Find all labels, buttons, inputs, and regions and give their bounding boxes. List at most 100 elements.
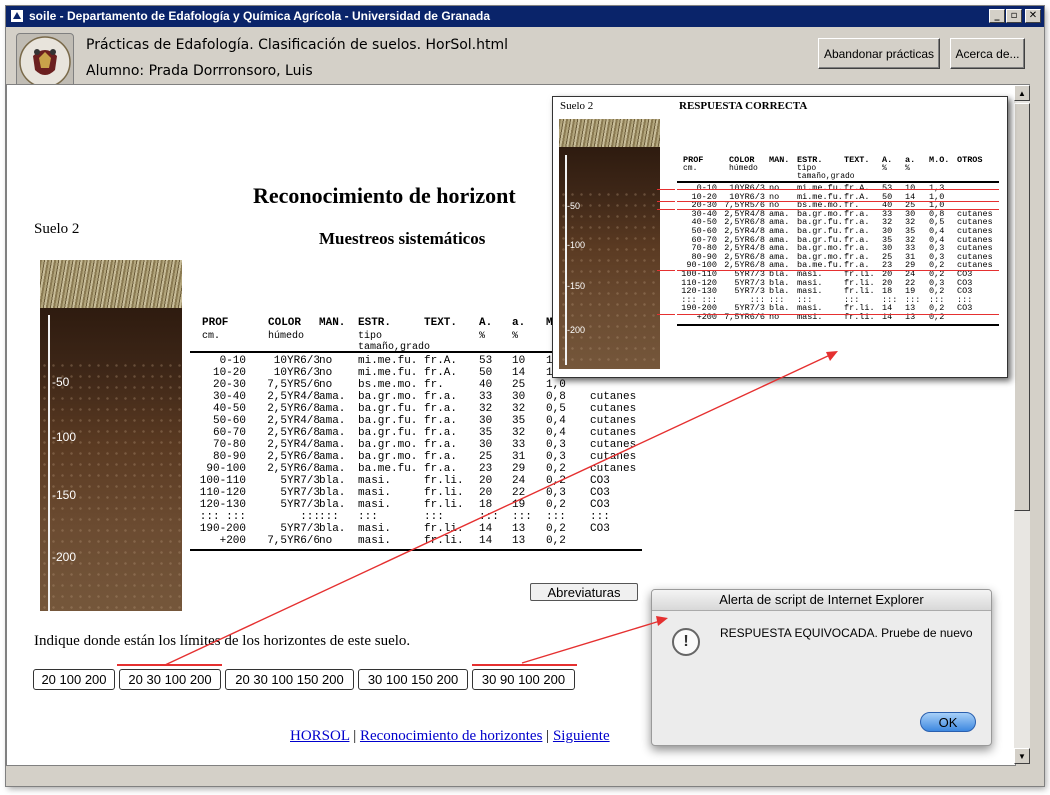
link-next[interactable]: Siguiente — [553, 728, 610, 744]
answer-option-2[interactable]: 20 30 100 200 — [119, 669, 221, 690]
scroll-up-arrow-icon[interactable]: ▲ — [1014, 85, 1030, 101]
ok-button[interactable]: OK — [920, 712, 976, 732]
table-header: PROF — [202, 317, 229, 329]
horizon-question: Indique donde están los límites de los h… — [34, 633, 411, 649]
table-cell: ama. — [319, 463, 346, 475]
answer-option-1[interactable]: 20 100 200 — [33, 669, 115, 690]
table-cell: cutanes — [590, 403, 637, 415]
table-cell: no — [319, 379, 333, 391]
table-cell: 0,2 — [546, 499, 566, 511]
table-cell: fr.a. — [424, 427, 458, 439]
answer-option-5[interactable]: 30 90 100 200 — [472, 669, 575, 690]
table-cell: no — [319, 535, 333, 547]
scroll-down-arrow-icon[interactable]: ▼ — [1014, 748, 1030, 764]
table-cell: 25 — [512, 379, 526, 391]
table-subheader: tipo tamaño,grado — [797, 164, 855, 181]
title-bar[interactable]: soile - Departamento de Edafología y Quí… — [6, 6, 1044, 27]
table-cell: ::: ::: — [199, 511, 246, 523]
table-header: MAN. — [769, 155, 790, 165]
table-cell: ba.gr.fu. — [358, 415, 418, 427]
table-cell: fr.a. — [424, 403, 458, 415]
table-cell: fr.A. — [424, 355, 458, 367]
table-cell: ba.me.fu. — [358, 463, 418, 475]
table-cell: 29 — [512, 463, 526, 475]
maximize-icon: ▫ — [1010, 10, 1018, 21]
abbreviations-button[interactable]: Abreviaturas — [530, 583, 638, 601]
table-cell: ::: — [319, 511, 339, 523]
correct-depth-mark-200: -200 — [567, 325, 586, 335]
table-cell: fr.A. — [424, 367, 458, 379]
table-cell: fr.a. — [424, 463, 458, 475]
depth-mark-200: -200 — [52, 550, 77, 564]
minimize-icon: _ — [994, 10, 1000, 21]
table-cell: no — [319, 355, 333, 367]
table-cell: ::: — [590, 511, 610, 523]
table-cell: 80-90 — [212, 451, 246, 463]
table-cell: 2,5YR6/8 — [267, 463, 320, 475]
table-cell: 0,4 — [546, 415, 566, 427]
table-cell: 0,8 — [546, 391, 566, 403]
table-cell: ::: — [512, 511, 532, 523]
table-cell: fr.li. — [424, 475, 464, 487]
table-cell: 90-100 — [206, 463, 246, 475]
selected-answer-underline — [117, 664, 222, 666]
maximize-button[interactable]: ▫ — [1006, 9, 1022, 23]
correct-answer-title: RESPUESTA CORRECTA — [679, 100, 808, 112]
correct-answer-underline — [472, 664, 577, 666]
table-cell: 0,3 — [546, 487, 566, 499]
correct-boundary-line — [677, 201, 999, 202]
about-button[interactable]: Acerca de... — [950, 38, 1025, 69]
page-subtitle: Muestreos sistemáticos — [319, 229, 486, 248]
answer-option-4[interactable]: 30 100 150 200 — [358, 669, 468, 690]
table-subheader: % — [479, 331, 486, 342]
table-cell: ::: — [424, 511, 444, 523]
table-cell: 30 — [479, 415, 493, 427]
link-horizon-recognition[interactable]: Reconocimiento de horizontes — [360, 728, 542, 744]
correct-boundary-line — [677, 314, 999, 315]
table-header: ESTR. — [358, 317, 392, 329]
link-horsol[interactable]: HORSOL — [290, 728, 349, 744]
table-cell: ama. — [319, 439, 346, 451]
vertical-scrollbar[interactable]: ▲ ▼ — [1014, 84, 1030, 764]
table-cell: 32 — [479, 403, 493, 415]
table-cell: 53 — [479, 355, 493, 367]
table-subheader: tipo tamaño,grado — [358, 331, 431, 353]
table-subheader: % — [512, 331, 519, 342]
table-header: A. — [479, 317, 493, 329]
table-cell: masi. — [358, 487, 392, 499]
correct-depth-mark-100: -100 — [567, 240, 586, 250]
table-cell: CO3 — [590, 487, 610, 499]
table-cell: 10YR6/3 — [273, 367, 320, 379]
correct-answer-panel: Suelo 2 RESPUESTA CORRECTA -50 -100 -150… — [552, 96, 1008, 378]
scrollbar-thumb[interactable] — [1014, 103, 1030, 511]
depth-mark-50: -50 — [52, 375, 70, 389]
table-cell: 2,5YR6/8 — [267, 427, 320, 439]
page-title: Reconocimiento de horizont — [253, 183, 516, 208]
table-cell: no — [319, 367, 333, 379]
table-cell: 2,5YR6/8 — [267, 451, 320, 463]
window-controls: _ ▫ ✕ — [989, 9, 1041, 23]
table-cell: 0,4 — [546, 427, 566, 439]
correct-boundary-tick — [657, 314, 675, 315]
table-cell: 32 — [512, 403, 526, 415]
table-cell: 40-50 — [212, 403, 246, 415]
table-cell: 14 — [479, 535, 493, 547]
table-cell: 60-70 — [212, 427, 246, 439]
correct-boundary-line — [677, 209, 999, 210]
university-crest-icon — [16, 33, 74, 91]
minimize-button[interactable]: _ — [989, 9, 1005, 23]
abandon-practice-button[interactable]: Abandonar prácticas — [818, 38, 940, 69]
table-cell: ::: — [300, 511, 320, 523]
dialog-title[interactable]: Alerta de script de Internet Explorer — [652, 590, 991, 611]
table-cell: 50-60 — [212, 415, 246, 427]
correct-boundary-tick — [657, 201, 675, 202]
close-button[interactable]: ✕ — [1025, 9, 1041, 23]
table-subheader: húmedo — [268, 331, 305, 342]
table-cell: 32 — [512, 427, 526, 439]
correct-boundary-tick — [657, 270, 675, 271]
table-cell: 22 — [512, 487, 526, 499]
table-cell: 100-110 — [199, 475, 246, 487]
correct-boundary-line — [677, 189, 999, 190]
answer-option-3[interactable]: 20 30 100 150 200 — [225, 669, 354, 690]
table-cell: 18 — [479, 499, 493, 511]
